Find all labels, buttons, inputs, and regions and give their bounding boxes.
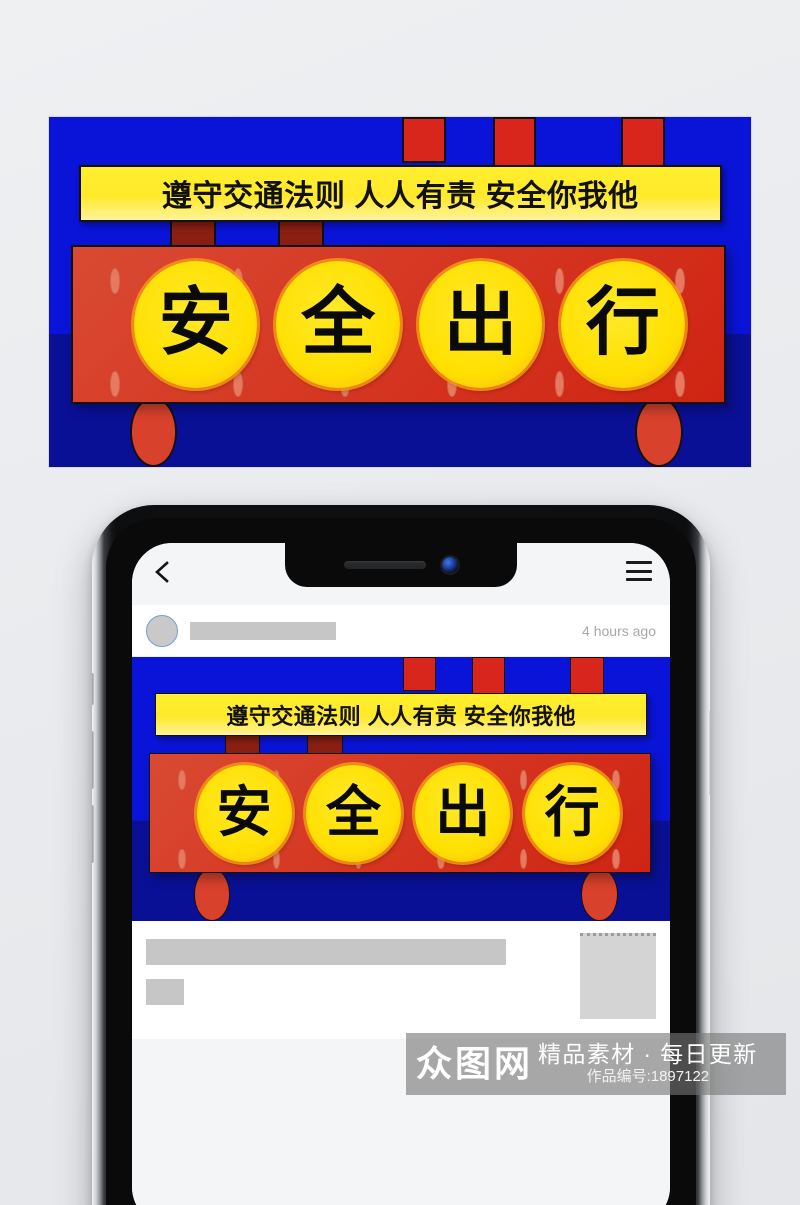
back-arrow-icon[interactable] [150,559,176,585]
poster-char-4-text: 行 [585,280,660,364]
watermark-work-id: 作品编号:1897122 [586,1068,710,1086]
poster-char-3-text: 出 [435,780,491,843]
phone-mockup: 4 hours ago 遵守交通法则 人人有责 安全你我他 安 全 出 行 [92,505,710,1205]
author-name-placeholder [190,621,336,640]
poster-char-2: 全 [276,260,400,389]
watermark-logo-char-3: 网 [494,1043,531,1084]
poster-char-1-text: 安 [216,780,272,843]
poster-char-4: 行 [524,764,620,862]
silence-switch-button[interactable] [92,673,94,705]
post-thumbnail-placeholder[interactable] [580,933,656,1019]
poster-char-1: 安 [133,260,258,389]
poster-char-2-text: 全 [301,280,376,364]
poster-main-panel: 安 全 出 行 [71,244,726,404]
front-camera-icon [442,557,458,573]
poster-char-2-text: 全 [325,780,381,843]
decor-wheel [581,868,618,921]
post-header: 4 hours ago [132,605,670,657]
poster-char-3-text: 出 [443,280,518,364]
poster-char-1-text: 安 [158,280,233,364]
volume-down-button[interactable] [92,805,94,863]
phone-bezel: 4 hours ago 遵守交通法则 人人有责 安全你我他 安 全 出 行 [106,518,696,1205]
app-feed: 4 hours ago 遵守交通法则 人人有责 安全你我他 安 全 出 行 [132,605,670,1205]
poster-char-2: 全 [306,764,401,862]
post-text-placeholder [146,939,506,965]
poster-char-4-text: 行 [544,780,600,843]
watermark-text-block: 精品素材 · 每日更新 作品编号:1897122 [538,1041,758,1086]
decor-red-tab [402,657,436,692]
avatar[interactable] [146,614,178,647]
decor-wheel [635,397,683,467]
poster-char-1: 安 [196,764,292,862]
decor-red-tab [402,117,446,163]
phone-notch [285,543,517,587]
poster-char-3: 出 [415,764,511,862]
volume-up-button[interactable] [92,731,94,789]
watermark-logo-char-2: 图 [455,1043,492,1084]
poster-headline: 遵守交通法则 人人有责 安全你我他 [79,164,722,223]
earpiece-speaker-icon [344,561,426,569]
post-timestamp: 4 hours ago [582,622,656,639]
post-image-poster[interactable]: 遵守交通法则 人人有责 安全你我他 安 全 出 行 [132,657,670,921]
decor-wheel [193,868,231,921]
decor-wheel [129,397,178,467]
poster-headline: 遵守交通法则 人人有责 安全你我他 [155,692,648,737]
watermark-tagline: 精品素材 · 每日更新 [538,1041,758,1068]
watermark-logo-char-1: 众 [416,1043,453,1084]
post-body [132,921,670,1039]
poster-char-4: 行 [561,260,685,389]
power-button[interactable] [708,711,710,795]
poster-artwork: 遵守交通法则 人人有责 安全你我他 安 全 出 行 [49,117,751,467]
post-text-placeholder-short [146,979,184,1005]
poster-main-panel: 安 全 出 行 [149,753,651,874]
watermark: 众 图 网 精品素材 · 每日更新 作品编号:1897122 [406,1033,786,1095]
phone-screen: 4 hours ago 遵守交通法则 人人有责 安全你我他 安 全 出 行 [132,543,670,1205]
watermark-logo: 众 图 网 [416,1046,530,1082]
hero-poster: 遵守交通法则 人人有责 安全你我他 安 全 出 行 [48,116,752,468]
poster-artwork-phone: 遵守交通法则 人人有责 安全你我他 安 全 出 行 [132,657,670,921]
hamburger-menu-icon[interactable] [626,561,652,581]
poster-char-3: 出 [418,260,543,389]
post-card: 4 hours ago 遵守交通法则 人人有责 安全你我他 安 全 出 行 [132,605,670,1039]
